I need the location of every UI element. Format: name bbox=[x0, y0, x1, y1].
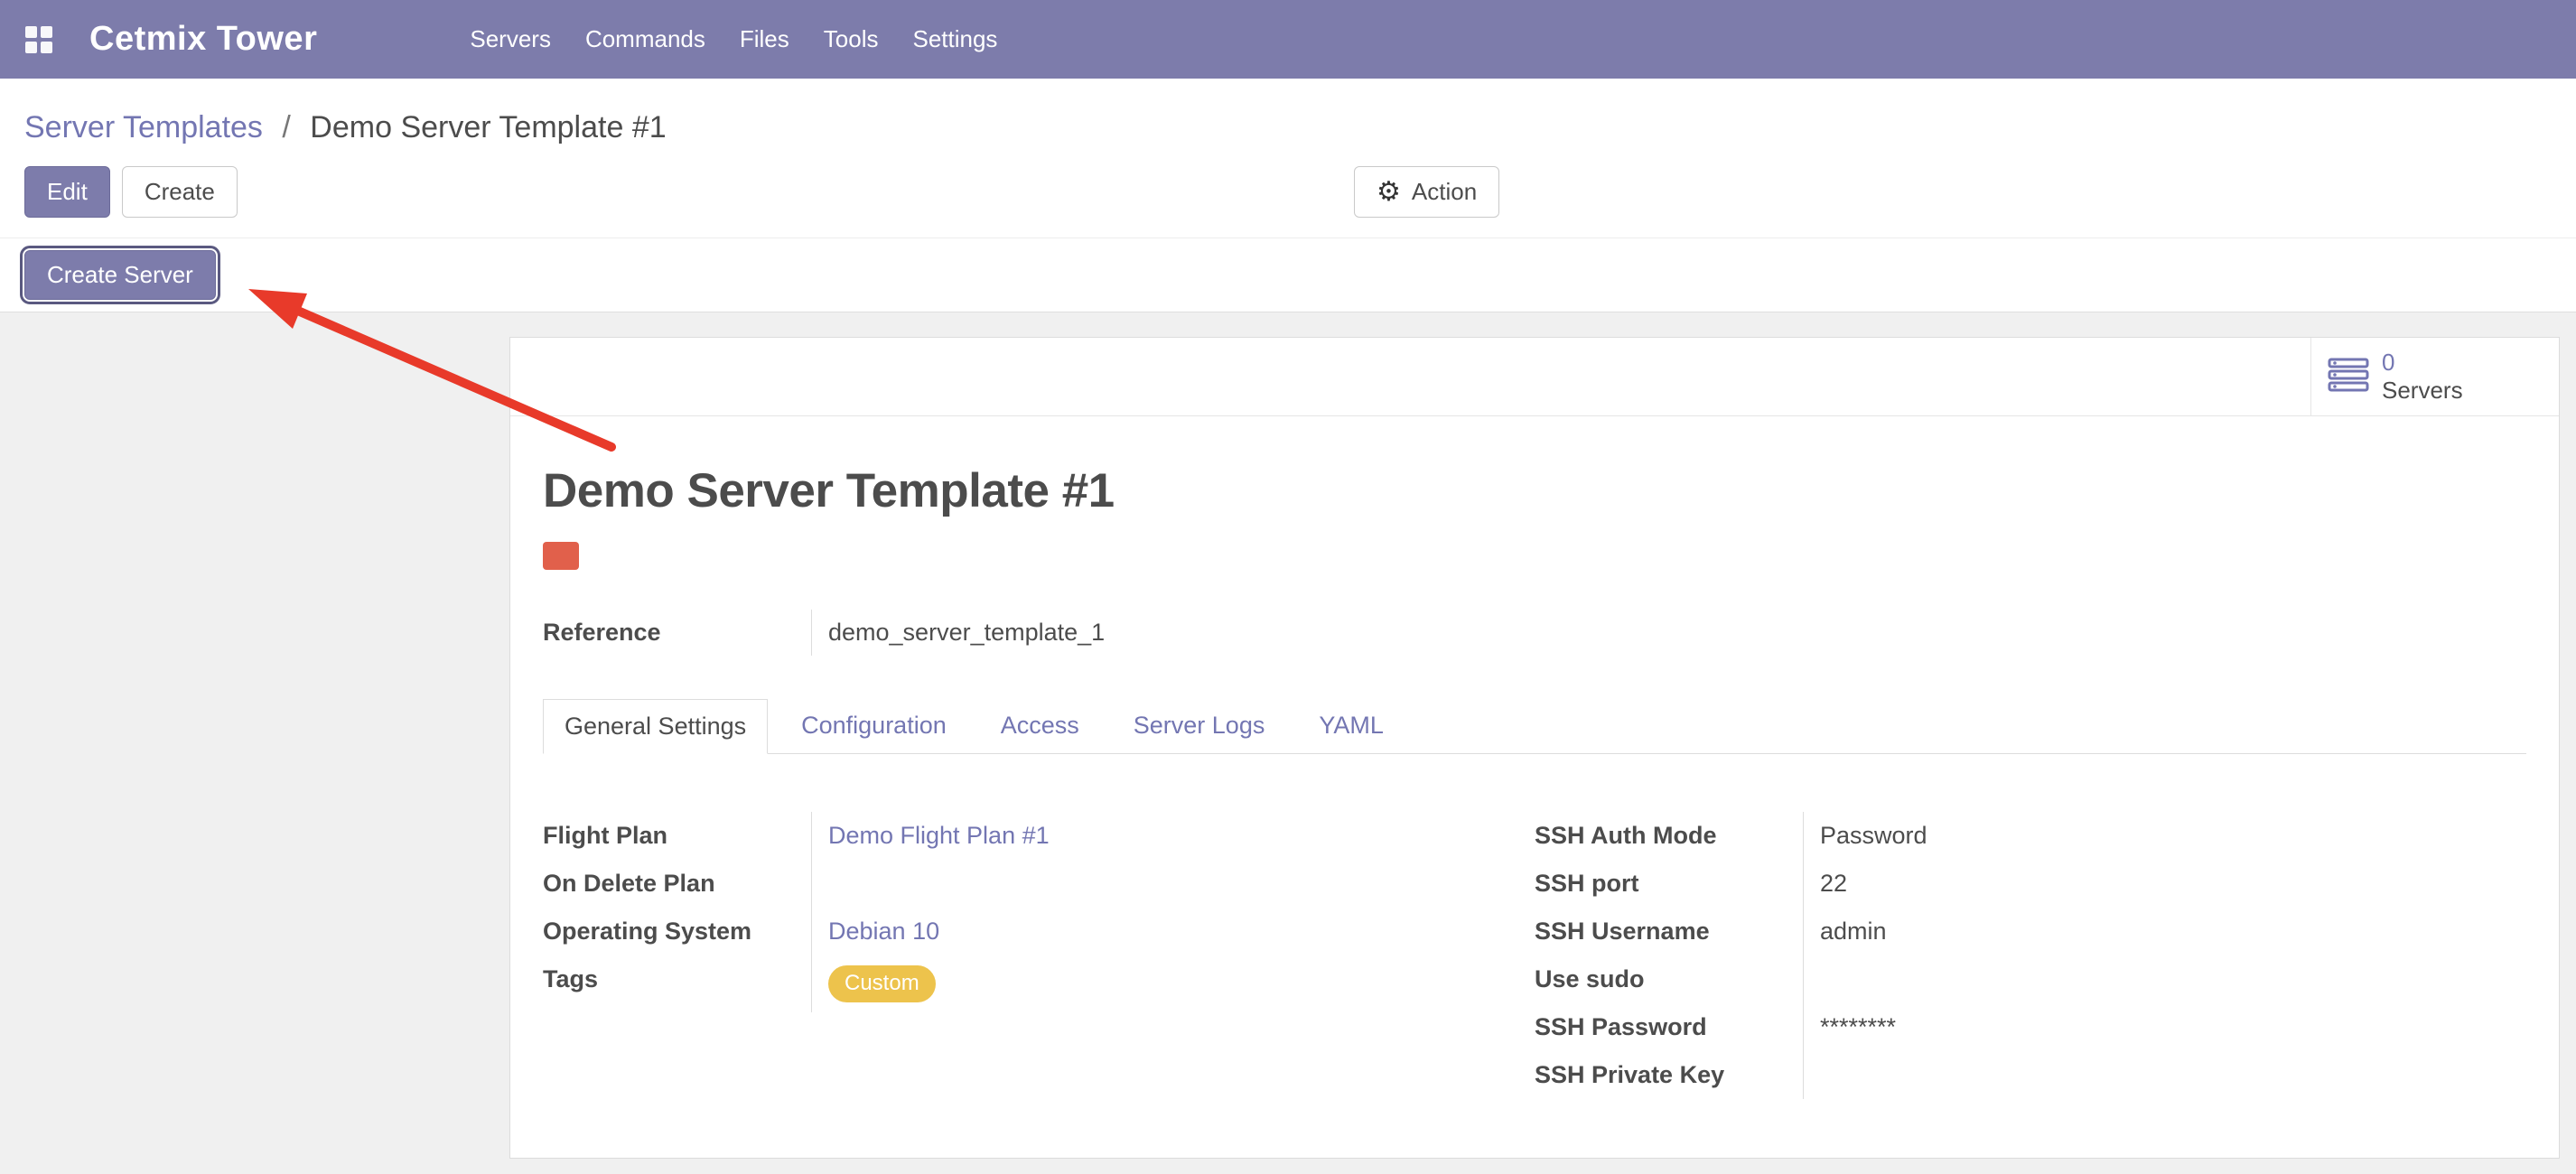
servers-icon bbox=[2328, 358, 2369, 395]
control-panel: Server Templates / Demo Server Template … bbox=[0, 79, 2576, 312]
ssh-username-value: admin bbox=[1820, 918, 1887, 945]
tag-badge: Custom bbox=[828, 965, 936, 1002]
field-row-reference: Reference demo_server_template_1 bbox=[543, 610, 1535, 656]
field-value: ******** bbox=[1804, 1003, 2526, 1051]
create-button[interactable]: Create bbox=[122, 166, 238, 218]
menu-item-settings[interactable]: Settings bbox=[895, 0, 1014, 79]
action-button-label: Action bbox=[1412, 178, 1477, 206]
tab-yaml[interactable]: YAML bbox=[1298, 699, 1405, 753]
field-value: Password bbox=[1804, 812, 2526, 860]
breadcrumb-separator: / bbox=[282, 110, 290, 144]
field-label: SSH Username bbox=[1535, 908, 1804, 955]
stat-text: 0 Servers bbox=[2382, 349, 2463, 404]
menu-item-tools[interactable]: Tools bbox=[807, 0, 896, 79]
field-label: Operating System bbox=[543, 908, 812, 955]
field-label: SSH Password bbox=[1535, 1003, 1804, 1051]
field-value bbox=[812, 860, 1535, 908]
stat-value: 0 bbox=[2382, 349, 2463, 377]
tab-configuration[interactable]: Configuration bbox=[780, 699, 967, 753]
breadcrumb-parent-link[interactable]: Server Templates bbox=[24, 110, 263, 144]
field-label: Reference bbox=[543, 610, 812, 656]
ssh-password-value: ******** bbox=[1820, 1013, 1896, 1040]
template-color-swatch bbox=[543, 542, 579, 570]
content-area: 0 Servers Demo Server Template #1 Refere… bbox=[0, 312, 2576, 1174]
notebook-tabs: General Settings Configuration Access Se… bbox=[543, 699, 2526, 754]
field-value: demo_server_template_1 bbox=[812, 610, 1535, 656]
sheet-header: 0 Servers bbox=[510, 338, 2559, 416]
breadcrumb: Server Templates / Demo Server Template … bbox=[0, 79, 2576, 159]
control-panel-buttons: Edit Create ⚙ Action bbox=[0, 159, 2576, 238]
create-server-button[interactable]: Create Server bbox=[24, 250, 216, 300]
apps-grid-icon[interactable] bbox=[24, 24, 55, 55]
field-value: admin bbox=[1804, 908, 2526, 955]
field-label: SSH Private Key bbox=[1535, 1051, 1804, 1099]
operating-system-link[interactable]: Debian 10 bbox=[828, 918, 939, 945]
field-value: Demo Flight Plan #1 bbox=[812, 812, 1535, 860]
action-button[interactable]: ⚙ Action bbox=[1354, 166, 1499, 218]
left-field-group: Flight Plan Demo Flight Plan #1 On Delet… bbox=[543, 812, 1535, 1099]
edit-button[interactable]: Edit bbox=[24, 166, 110, 218]
menu-item-servers[interactable]: Servers bbox=[453, 0, 568, 79]
app-brand[interactable]: Cetmix Tower bbox=[89, 20, 317, 59]
field-label: SSH port bbox=[1535, 860, 1804, 908]
field-label: SSH Auth Mode bbox=[1535, 812, 1804, 860]
field-value: Custom bbox=[812, 955, 1535, 1012]
top-navbar: Cetmix Tower Servers Commands Files Tool… bbox=[0, 0, 2576, 79]
breadcrumb-current: Demo Server Template #1 bbox=[310, 110, 666, 144]
sheet-body: Demo Server Template #1 Reference demo_s… bbox=[510, 463, 2559, 1099]
tab-access[interactable]: Access bbox=[980, 699, 1100, 753]
field-groups: Flight Plan Demo Flight Plan #1 On Delet… bbox=[543, 812, 2526, 1099]
field-label: Flight Plan bbox=[543, 812, 812, 860]
flight-plan-link[interactable]: Demo Flight Plan #1 bbox=[828, 822, 1050, 849]
form-sheet: 0 Servers Demo Server Template #1 Refere… bbox=[509, 337, 2560, 1159]
gear-icon: ⚙ bbox=[1377, 176, 1401, 208]
stat-label: Servers bbox=[2382, 377, 2463, 405]
tab-general-settings[interactable]: General Settings bbox=[543, 699, 768, 754]
menu-item-files[interactable]: Files bbox=[723, 0, 807, 79]
field-label: On Delete Plan bbox=[543, 860, 812, 908]
ssh-auth-mode-value: Password bbox=[1820, 822, 1927, 849]
servers-stat-button[interactable]: 0 Servers bbox=[2310, 338, 2559, 415]
field-value: Debian 10 bbox=[812, 908, 1535, 955]
page-title: Demo Server Template #1 bbox=[543, 463, 2526, 518]
menu-item-commands[interactable]: Commands bbox=[568, 0, 723, 79]
field-label: Use sudo bbox=[1535, 955, 1804, 1003]
field-label: Tags bbox=[543, 955, 812, 1012]
field-value bbox=[1804, 955, 2526, 1003]
right-field-group: SSH Auth Mode Password SSH port 22 SSH U… bbox=[1535, 812, 2526, 1099]
field-value: 22 bbox=[1804, 860, 2526, 908]
tab-server-logs[interactable]: Server Logs bbox=[1113, 699, 1286, 753]
ssh-port-value: 22 bbox=[1820, 870, 1847, 897]
top-menu: Servers Commands Files Tools Settings bbox=[453, 0, 1014, 79]
form-statusbar: Create Server bbox=[0, 238, 2576, 312]
field-value bbox=[1804, 1051, 2526, 1099]
